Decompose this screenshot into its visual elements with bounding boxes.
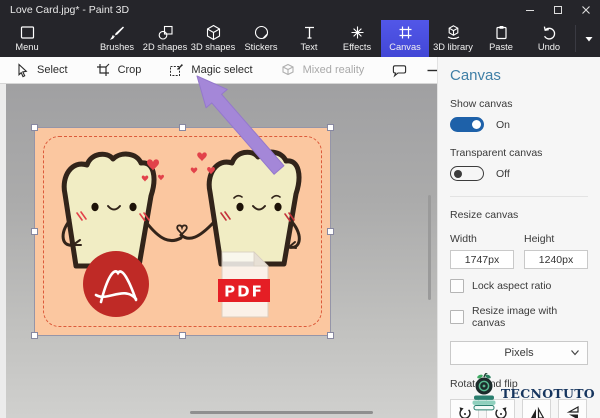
more-tools-dropdown-button[interactable]: [578, 20, 600, 57]
panel-divider: [450, 196, 588, 197]
resize-with-canvas-checkbox[interactable]: [450, 310, 464, 324]
selection-handle-top-middle[interactable]: [179, 124, 186, 131]
transparent-canvas-state: Off: [496, 167, 510, 180]
select-cursor-icon: [18, 63, 28, 78]
canvas-icon: [397, 24, 414, 41]
maximize-button[interactable]: [544, 0, 572, 20]
text-icon: [301, 24, 318, 41]
chevron-down-icon: [571, 350, 579, 356]
tab-canvas[interactable]: Canvas: [381, 20, 429, 57]
hands-heart: [176, 224, 188, 236]
close-icon: [582, 6, 590, 14]
horizontal-scrollbar[interactable]: [190, 411, 373, 414]
tab-3d-shapes[interactable]: 3D shapes: [189, 20, 237, 57]
tab-2d-shapes[interactable]: 2D shapes: [141, 20, 189, 57]
transparent-canvas-label: Transparent canvas: [450, 147, 543, 159]
paste-button[interactable]: Paste: [477, 20, 525, 57]
lock-aspect-label: Lock aspect ratio: [472, 280, 552, 292]
effects-icon: [349, 24, 366, 41]
tab-menu[interactable]: Menu: [0, 20, 51, 57]
pdf-file-icon: PDF: [218, 251, 270, 318]
tab-3d-library[interactable]: 3D library: [429, 20, 477, 57]
tab-effects[interactable]: Effects: [333, 20, 381, 57]
window-title: Love Card.jpg* - Paint 3D: [10, 4, 130, 16]
vertical-scrollbar[interactable]: [428, 195, 431, 300]
selection-handle-middle-left[interactable]: [31, 228, 38, 235]
ribbon-right-group: Paste Undo: [477, 20, 600, 57]
menu-icon: [19, 24, 36, 41]
3d-library-icon: [445, 24, 462, 41]
title-bar: Love Card.jpg* - Paint 3D: [0, 0, 600, 20]
close-button[interactable]: [572, 0, 600, 20]
units-value: Pixels: [504, 347, 534, 359]
dropdown-caret-icon: [585, 36, 593, 41]
show-canvas-state: On: [496, 118, 511, 131]
toast-character-right: [179, 152, 299, 264]
crop-icon: [96, 63, 109, 76]
paste-icon: [493, 24, 510, 41]
toast-character-left: [63, 154, 183, 266]
canvas-workspace[interactable]: PDF: [0, 84, 437, 418]
selection-handle-bottom-right[interactable]: [327, 332, 334, 339]
magic-select-icon: [170, 64, 184, 76]
lock-aspect-checkbox[interactable]: [450, 279, 464, 293]
watermark-text: TECNOTUTO: [500, 385, 595, 401]
tab-text[interactable]: Text: [285, 20, 333, 57]
ribbon-toolbar: Menu Brushes 2D shapes 3D shapes Sticker…: [0, 20, 600, 57]
selection-handle-bottom-left[interactable]: [31, 332, 38, 339]
workspace-left-gutter: [0, 84, 6, 418]
resize-canvas-label: Resize canvas: [450, 209, 519, 221]
selection-handle-top-left[interactable]: [31, 124, 38, 131]
crop-button[interactable]: Crop: [95, 62, 141, 78]
units-dropdown[interactable]: Pixels: [450, 341, 588, 365]
selection-handle-bottom-middle[interactable]: [179, 332, 186, 339]
width-label: Width: [450, 233, 477, 245]
panel-title: Canvas: [450, 67, 501, 84]
selection-toolbar: Select Crop Magic select Mixed reality: [0, 57, 503, 84]
pdf-label: PDF: [224, 283, 264, 301]
maximize-icon: [554, 6, 562, 14]
3d-shapes-icon: [205, 24, 222, 41]
ribbon-separator: [575, 25, 576, 52]
tab-brushes[interactable]: Brushes: [93, 20, 141, 57]
tab-stickers[interactable]: Stickers: [237, 20, 285, 57]
workspace: Select Crop Magic select Mixed reality P…: [0, 57, 503, 418]
brushes-icon: [109, 24, 126, 41]
adobe-acrobat-icon: [83, 251, 149, 317]
height-field[interactable]: [524, 250, 588, 269]
love-card-artwork: PDF: [35, 128, 330, 318]
toggle-knob: [454, 169, 462, 178]
selection-handle-top-right[interactable]: [327, 124, 334, 131]
watermark: TECNOTUTO: [471, 373, 595, 413]
tecnotuto-logo-icon: [472, 373, 496, 411]
stickers-icon: [253, 24, 270, 41]
undo-button[interactable]: Undo: [525, 20, 573, 57]
mixed-reality-button[interactable]: Mixed reality: [280, 62, 364, 78]
height-label: Height: [524, 233, 555, 245]
transparent-canvas-toggle[interactable]: [450, 166, 484, 181]
speech-bubble-icon[interactable]: [391, 62, 408, 79]
minimize-button[interactable]: [516, 0, 544, 20]
minimize-icon: [526, 10, 534, 11]
select-button[interactable]: Select: [14, 62, 68, 78]
show-canvas-toggle[interactable]: [450, 117, 484, 132]
mixed-reality-icon: [282, 63, 294, 76]
paint3d-window: Love Card.jpg* - Paint 3D Menu Brushes 2…: [0, 0, 600, 418]
show-canvas-label: Show canvas: [450, 98, 513, 110]
undo-icon: [541, 24, 558, 41]
toggle-knob: [472, 120, 481, 129]
magic-select-button[interactable]: Magic select: [168, 62, 253, 78]
canvas-panel: Canvas Show canvas On Transparent canvas…: [437, 57, 600, 418]
width-field[interactable]: [450, 250, 514, 269]
resize-with-canvas-label: Resize image with canvas: [472, 305, 558, 329]
2d-shapes-icon: [157, 24, 174, 41]
canvas-image[interactable]: PDF: [31, 124, 334, 339]
selection-handle-middle-right[interactable]: [327, 228, 334, 235]
